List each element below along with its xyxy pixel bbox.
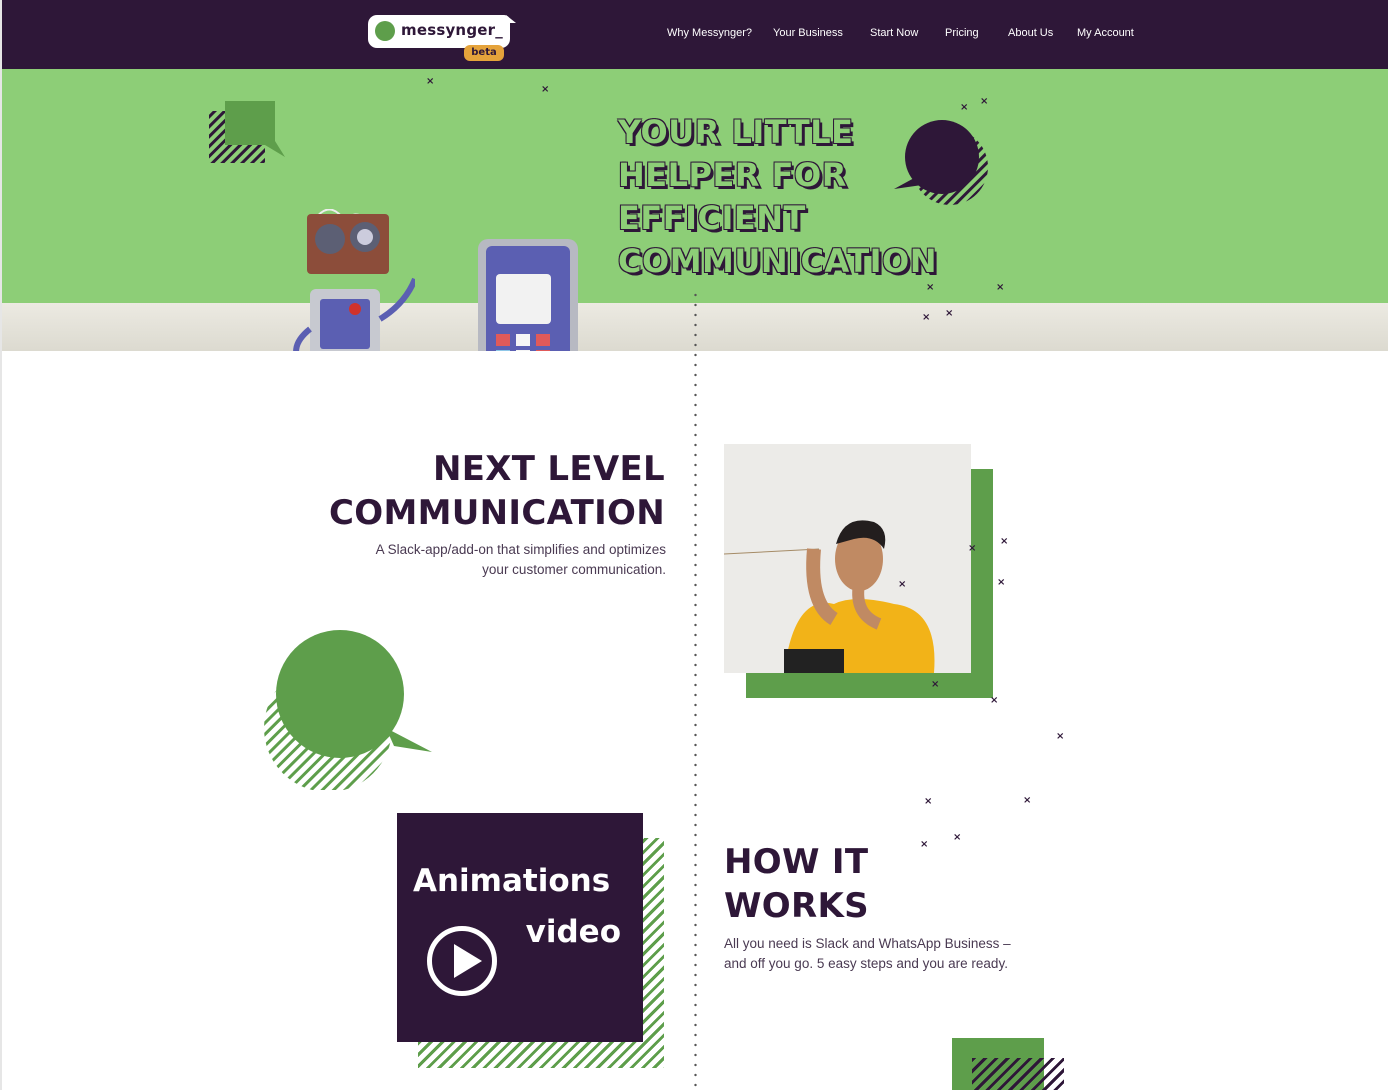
hero-speech-square-icon bbox=[209, 101, 285, 163]
nav-link-why-messynger[interactable]: Why Messynger? bbox=[667, 27, 752, 39]
heading-line: WORKS bbox=[724, 886, 869, 926]
nav-link-your-business[interactable]: Your Business bbox=[773, 27, 843, 39]
decor-x-mark: × bbox=[922, 312, 931, 323]
decor-x-mark: × bbox=[541, 84, 550, 95]
heading-line: NEXT LEVEL bbox=[432, 449, 665, 489]
top-navbar: messynger_ beta Why Messynger? Your Busi… bbox=[2, 0, 1388, 69]
text-line: and off you go. 5 easy steps and you are… bbox=[724, 956, 1008, 971]
decor-x-mark: × bbox=[926, 282, 935, 293]
decor-x-mark: × bbox=[997, 577, 1006, 588]
next-level-text: A Slack-app/add-on that simplifies and o… bbox=[306, 540, 666, 580]
decor-x-mark: × bbox=[1056, 731, 1065, 742]
nav-link-start-now[interactable]: Start Now bbox=[870, 27, 918, 39]
heading-line: HOW IT bbox=[724, 842, 869, 882]
decor-x-mark: × bbox=[1000, 536, 1009, 547]
hero-title-line: YOUR LITTLE bbox=[618, 113, 854, 151]
text-line: A Slack-app/add-on that simplifies and o… bbox=[375, 542, 666, 557]
brand-name: messynger_ bbox=[401, 21, 503, 39]
phone-robot-illustration bbox=[478, 239, 578, 351]
decor-x-mark: × bbox=[996, 282, 1005, 293]
how-it-works-text: All you need is Slack and WhatsApp Busin… bbox=[724, 934, 1064, 974]
green-chat-bubble-icon bbox=[264, 630, 432, 790]
hero-title-line: HELPER FOR bbox=[618, 156, 847, 194]
decor-x-mark: × bbox=[924, 796, 933, 807]
decor-x-mark: × bbox=[898, 579, 907, 590]
decor-x-mark: × bbox=[953, 832, 962, 843]
play-icon[interactable] bbox=[427, 926, 497, 996]
decor-x-mark: × bbox=[945, 308, 954, 319]
decor-x-mark: × bbox=[920, 839, 929, 850]
animations-video-card[interactable]: Animations video bbox=[397, 813, 643, 1042]
robot-illustration bbox=[293, 209, 415, 351]
decor-x-mark: × bbox=[931, 679, 940, 690]
man-listening-photo bbox=[724, 444, 971, 673]
decor-x-mark: × bbox=[990, 695, 999, 706]
man-photo-illustration bbox=[724, 444, 971, 673]
decor-x-mark: × bbox=[426, 76, 435, 87]
nav-link-pricing[interactable]: Pricing bbox=[945, 27, 979, 39]
next-level-heading: NEXT LEVEL COMMUNICATION bbox=[329, 447, 665, 535]
logo-dot-icon bbox=[375, 21, 395, 41]
corner-stripe-pattern bbox=[972, 1058, 1064, 1090]
decor-x-mark: × bbox=[1023, 795, 1032, 806]
beta-badge: beta bbox=[464, 45, 504, 61]
hero-chat-bubble-icon bbox=[894, 120, 988, 205]
video-title-line1: Animations bbox=[413, 863, 611, 899]
text-line: All you need is Slack and WhatsApp Busin… bbox=[724, 936, 1011, 951]
hero-title-line: EFFICIENT bbox=[618, 199, 806, 237]
nav-link-about-us[interactable]: About Us bbox=[1008, 27, 1053, 39]
decor-x-mark: × bbox=[960, 102, 969, 113]
heading-line: COMMUNICATION bbox=[329, 493, 665, 533]
brand-logo[interactable]: messynger_ bbox=[368, 15, 516, 48]
text-line: your customer communication. bbox=[482, 562, 666, 577]
nav-link-my-account[interactable]: My Account bbox=[1077, 27, 1134, 39]
video-title-line2: video bbox=[525, 914, 621, 950]
how-it-works-heading: HOW IT WORKS bbox=[724, 840, 869, 928]
decor-x-mark: × bbox=[980, 96, 989, 107]
dotted-divider bbox=[694, 290, 697, 1090]
decor-x-mark: × bbox=[968, 543, 977, 554]
hero-title-line: COMMUNICATION bbox=[618, 242, 938, 280]
